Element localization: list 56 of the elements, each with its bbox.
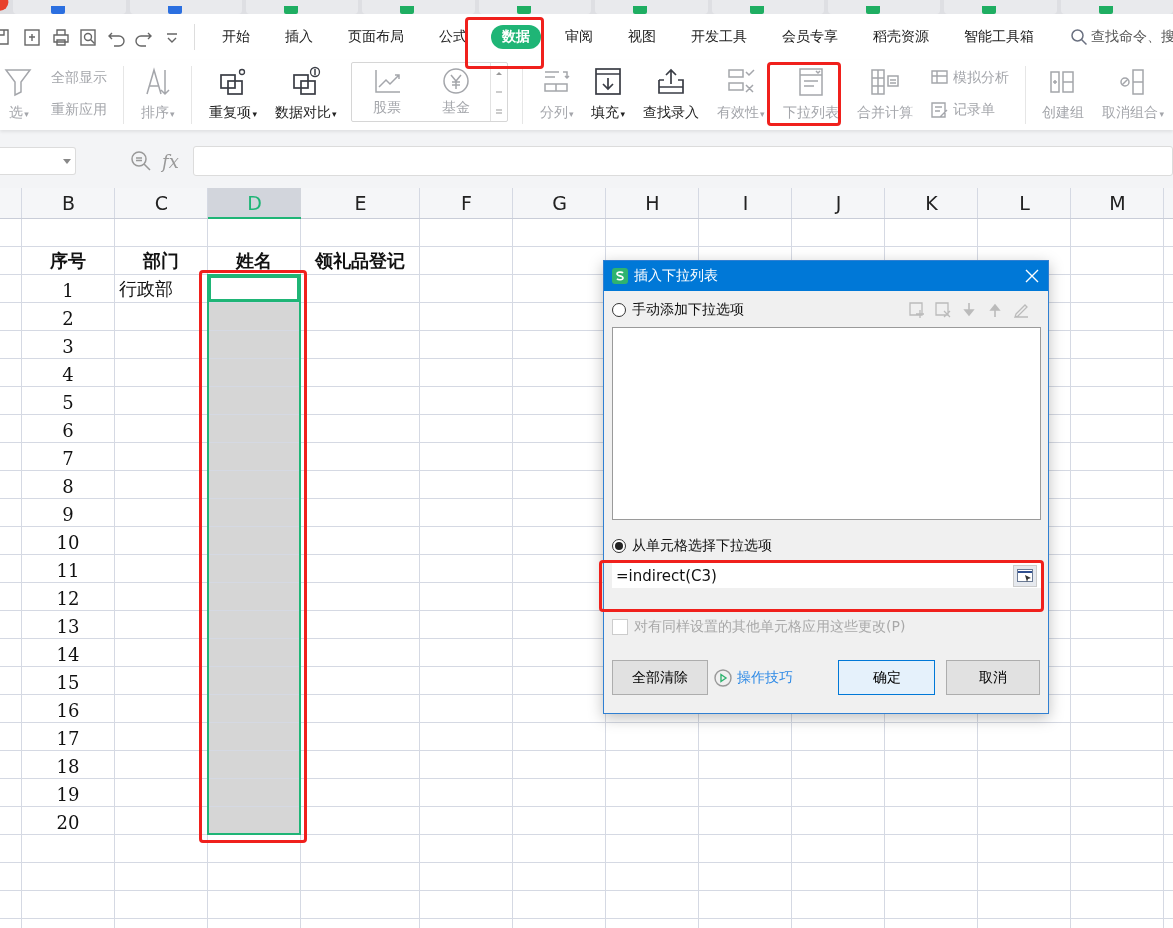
menu-tab[interactable]: 插入	[274, 25, 324, 49]
dialog-button[interactable]: 取消	[946, 660, 1040, 695]
table-cell-text: 16	[55, 699, 81, 722]
table-cell-text: 20	[55, 811, 81, 834]
column-title: 领礼品登记	[313, 249, 406, 273]
radio-label[interactable]: 从单元格选择下拉选项	[632, 537, 772, 555]
column-header[interactable]: M	[1071, 188, 1164, 218]
table-cell-text: 5	[61, 391, 75, 414]
table-cell-text: 8	[61, 475, 75, 498]
table-cell-text: 10	[55, 531, 81, 554]
dialog-button[interactable]: 全部清除	[612, 660, 708, 695]
menu-tab[interactable]: 会员专享	[771, 25, 849, 49]
table-cell-text: 15	[55, 671, 81, 694]
menu-tab[interactable]: 视图	[617, 25, 667, 49]
table-cell-text: 11	[55, 559, 81, 582]
dialog-button[interactable]: 确定	[838, 660, 935, 695]
table-cell-text: 4	[61, 363, 75, 386]
column-title: 姓名	[234, 249, 273, 273]
table-cell-text: 17	[55, 727, 81, 750]
table-cell-text: 1	[61, 279, 75, 302]
table-cell-text: 9	[61, 503, 75, 526]
table-cell-text: 2	[61, 307, 75, 330]
menu-tab[interactable]: 开发工具	[680, 25, 758, 49]
radio-label[interactable]: 手动添加下拉选项	[632, 301, 744, 319]
column-header[interactable]: F	[420, 188, 513, 218]
column-header[interactable]: K	[885, 188, 978, 218]
table-cell-text: 行政部	[118, 277, 174, 301]
menu-tab[interactable]: 页面布局	[337, 25, 415, 49]
menu-tab[interactable]: 稻壳资源	[862, 25, 940, 49]
ribbon-button[interactable]: 数据对比▾	[270, 60, 341, 130]
table-cell-text: 6	[61, 419, 75, 442]
ribbon-button[interactable]: 查找录入	[639, 60, 703, 130]
ribbon-button[interactable]: 填充▾	[587, 60, 629, 130]
column-title: 部门	[142, 249, 180, 273]
ribbon-button[interactable]: 重复项▾	[205, 60, 261, 130]
dialog-title: 插入下拉列表	[634, 267, 719, 285]
menu-tab[interactable]: 开始	[211, 25, 261, 49]
column-header[interactable]: G	[513, 188, 606, 218]
column-title: 序号	[49, 249, 87, 273]
column-header[interactable]: E	[301, 188, 420, 218]
source-field[interactable]: =indirect(C3)	[612, 563, 1041, 588]
menu-tab[interactable]: 审阅	[554, 25, 604, 49]
table-cell-text: 13	[55, 615, 81, 638]
column-header[interactable]: B	[22, 188, 115, 218]
menu-tab[interactable]: 智能工具箱	[953, 25, 1045, 49]
column-header[interactable]: C	[115, 188, 208, 218]
table-cell-text: 14	[55, 643, 81, 666]
table-cell-text: 18	[55, 755, 81, 778]
column-header[interactable]: J	[792, 188, 885, 218]
table-cell-text: 12	[55, 587, 81, 610]
column-header[interactable]: L	[978, 188, 1071, 218]
column-header[interactable]: H	[606, 188, 699, 218]
table-cell-text: 3	[61, 335, 75, 358]
table-cell-text: 19	[55, 783, 81, 806]
table-cell-text: 7	[61, 447, 75, 470]
column-header[interactable]: I	[699, 188, 792, 218]
